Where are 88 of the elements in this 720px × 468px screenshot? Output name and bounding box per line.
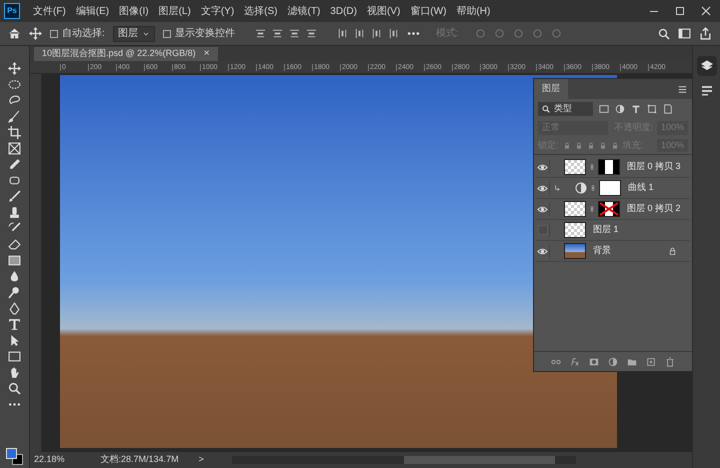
- zoom-icon[interactable]: [8, 382, 21, 395]
- blur-icon[interactable]: [8, 270, 21, 283]
- lasso-icon[interactable]: [8, 94, 21, 107]
- app-logo[interactable]: Ps: [4, 3, 20, 19]
- folder-icon[interactable]: [627, 356, 637, 366]
- menu-item[interactable]: 窗口(W): [405, 4, 452, 18]
- add-mask-icon[interactable]: [589, 356, 599, 366]
- layer-name: 曲线 1: [628, 181, 654, 194]
- checkbox-label: 显示变换控件: [174, 26, 235, 41]
- gradient-icon[interactable]: [8, 254, 21, 267]
- link-icon: [590, 183, 596, 193]
- search-icon: [542, 105, 550, 113]
- checkbox[interactable]: [50, 30, 58, 38]
- color-swatches[interactable]: [6, 448, 24, 466]
- menu-item[interactable]: 图层(L): [154, 4, 196, 18]
- image-filter-icon[interactable]: [599, 104, 609, 114]
- crop-icon[interactable]: [8, 126, 21, 139]
- align-icon[interactable]: [388, 28, 399, 39]
- layer-name: 图层 1: [593, 223, 619, 236]
- close-icon[interactable]: [700, 5, 712, 17]
- layer-row[interactable]: 图层 0 拷贝 3: [536, 157, 690, 178]
- menu-item[interactable]: 文字(Y): [196, 4, 240, 18]
- type-filter-icon[interactable]: [631, 104, 641, 114]
- type-icon[interactable]: [8, 318, 21, 331]
- menu-item[interactable]: 滤镜(T): [282, 4, 326, 18]
- menu-item[interactable]: 文件(F): [28, 4, 71, 18]
- align-icon[interactable]: [370, 28, 382, 39]
- align-icon[interactable]: [306, 28, 317, 39]
- smart-object-filter-icon[interactable]: [663, 104, 673, 114]
- checkbox-label: 自动选择:: [62, 26, 105, 41]
- maximize-icon[interactable]: [674, 5, 686, 17]
- move-icon[interactable]: [29, 27, 42, 40]
- share-icon[interactable]: [699, 27, 712, 40]
- adjustment-filter-icon[interactable]: [615, 104, 625, 114]
- document-size: 文档:28.7M/134.7M: [100, 453, 179, 466]
- menu-item[interactable]: 帮助(H): [451, 4, 496, 18]
- properties-icon[interactable]: [700, 84, 712, 96]
- layer-row[interactable]: 图层 1: [536, 220, 690, 241]
- document-tab[interactable]: 10图层混合抠图.psd @ 22.2%(RGB/8) ×: [34, 47, 218, 61]
- eraser-icon[interactable]: [8, 238, 21, 251]
- menu-item[interactable]: 3D(D): [325, 4, 362, 18]
- trash-icon[interactable]: [665, 356, 675, 366]
- zoom-level: 22.18%: [34, 453, 65, 466]
- status-menu-arrow[interactable]: >: [198, 453, 204, 467]
- target-dropdown[interactable]: 图层: [112, 26, 155, 42]
- menu-item[interactable]: 图像(I): [114, 4, 154, 18]
- align-icon[interactable]: [288, 28, 300, 39]
- layer-name: 图层 0 拷贝 2: [627, 202, 681, 216]
- menu-item[interactable]: 视图(V): [362, 4, 406, 18]
- new-layer-icon[interactable]: [646, 356, 656, 366]
- layer-mask-thumbnail[interactable]: [599, 180, 621, 196]
- marquee-icon[interactable]: [8, 78, 21, 91]
- panel-menu-icon[interactable]: [677, 84, 688, 94]
- pen-icon[interactable]: [8, 302, 21, 315]
- layer-row[interactable]: 背景: [536, 241, 690, 262]
- brush-icon[interactable]: [8, 110, 21, 123]
- frame-icon[interactable]: [8, 142, 21, 155]
- align-icon[interactable]: [336, 28, 348, 39]
- layers-tab[interactable]: 图层: [534, 79, 568, 99]
- layers-icon[interactable]: [696, 56, 716, 76]
- layer-mask-thumbnail[interactable]: [598, 159, 620, 175]
- layer-name: 背景: [593, 244, 611, 258]
- home-icon[interactable]: [8, 27, 21, 40]
- hidden-visibility-toggle[interactable]: [538, 225, 548, 235]
- layer-name: 图层 0 拷贝 3: [627, 160, 681, 174]
- align-icon[interactable]: [354, 28, 365, 39]
- shape-filter-icon[interactable]: [647, 104, 657, 114]
- stamp-icon[interactable]: [8, 206, 21, 219]
- layer-row[interactable]: 曲线 1: [536, 178, 690, 199]
- align-icon[interactable]: [254, 28, 266, 39]
- link-icon: [589, 204, 595, 214]
- brush-icon[interactable]: [8, 190, 21, 203]
- adjustment-layer-icon[interactable]: [608, 356, 618, 366]
- move-icon[interactable]: [8, 62, 21, 75]
- checkbox[interactable]: [162, 30, 171, 38]
- link-icon: [589, 162, 595, 172]
- filter-dropdown[interactable]: 类型: [538, 102, 593, 116]
- workspace-icon[interactable]: [678, 27, 691, 40]
- menu-item[interactable]: 编辑(E): [70, 4, 114, 18]
- menu-item[interactable]: 选择(S): [239, 4, 282, 18]
- align-icon[interactable]: [272, 28, 283, 39]
- layer-row[interactable]: 图层 0 拷贝 2: [536, 199, 690, 220]
- rectangle-icon[interactable]: [8, 350, 21, 363]
- dodge-icon[interactable]: [8, 286, 21, 299]
- effects-icon[interactable]: [570, 356, 580, 366]
- close-tab-button[interactable]: ×: [204, 49, 210, 59]
- search-icon[interactable]: [658, 28, 670, 40]
- horizontal-scrollbar[interactable]: [232, 456, 576, 464]
